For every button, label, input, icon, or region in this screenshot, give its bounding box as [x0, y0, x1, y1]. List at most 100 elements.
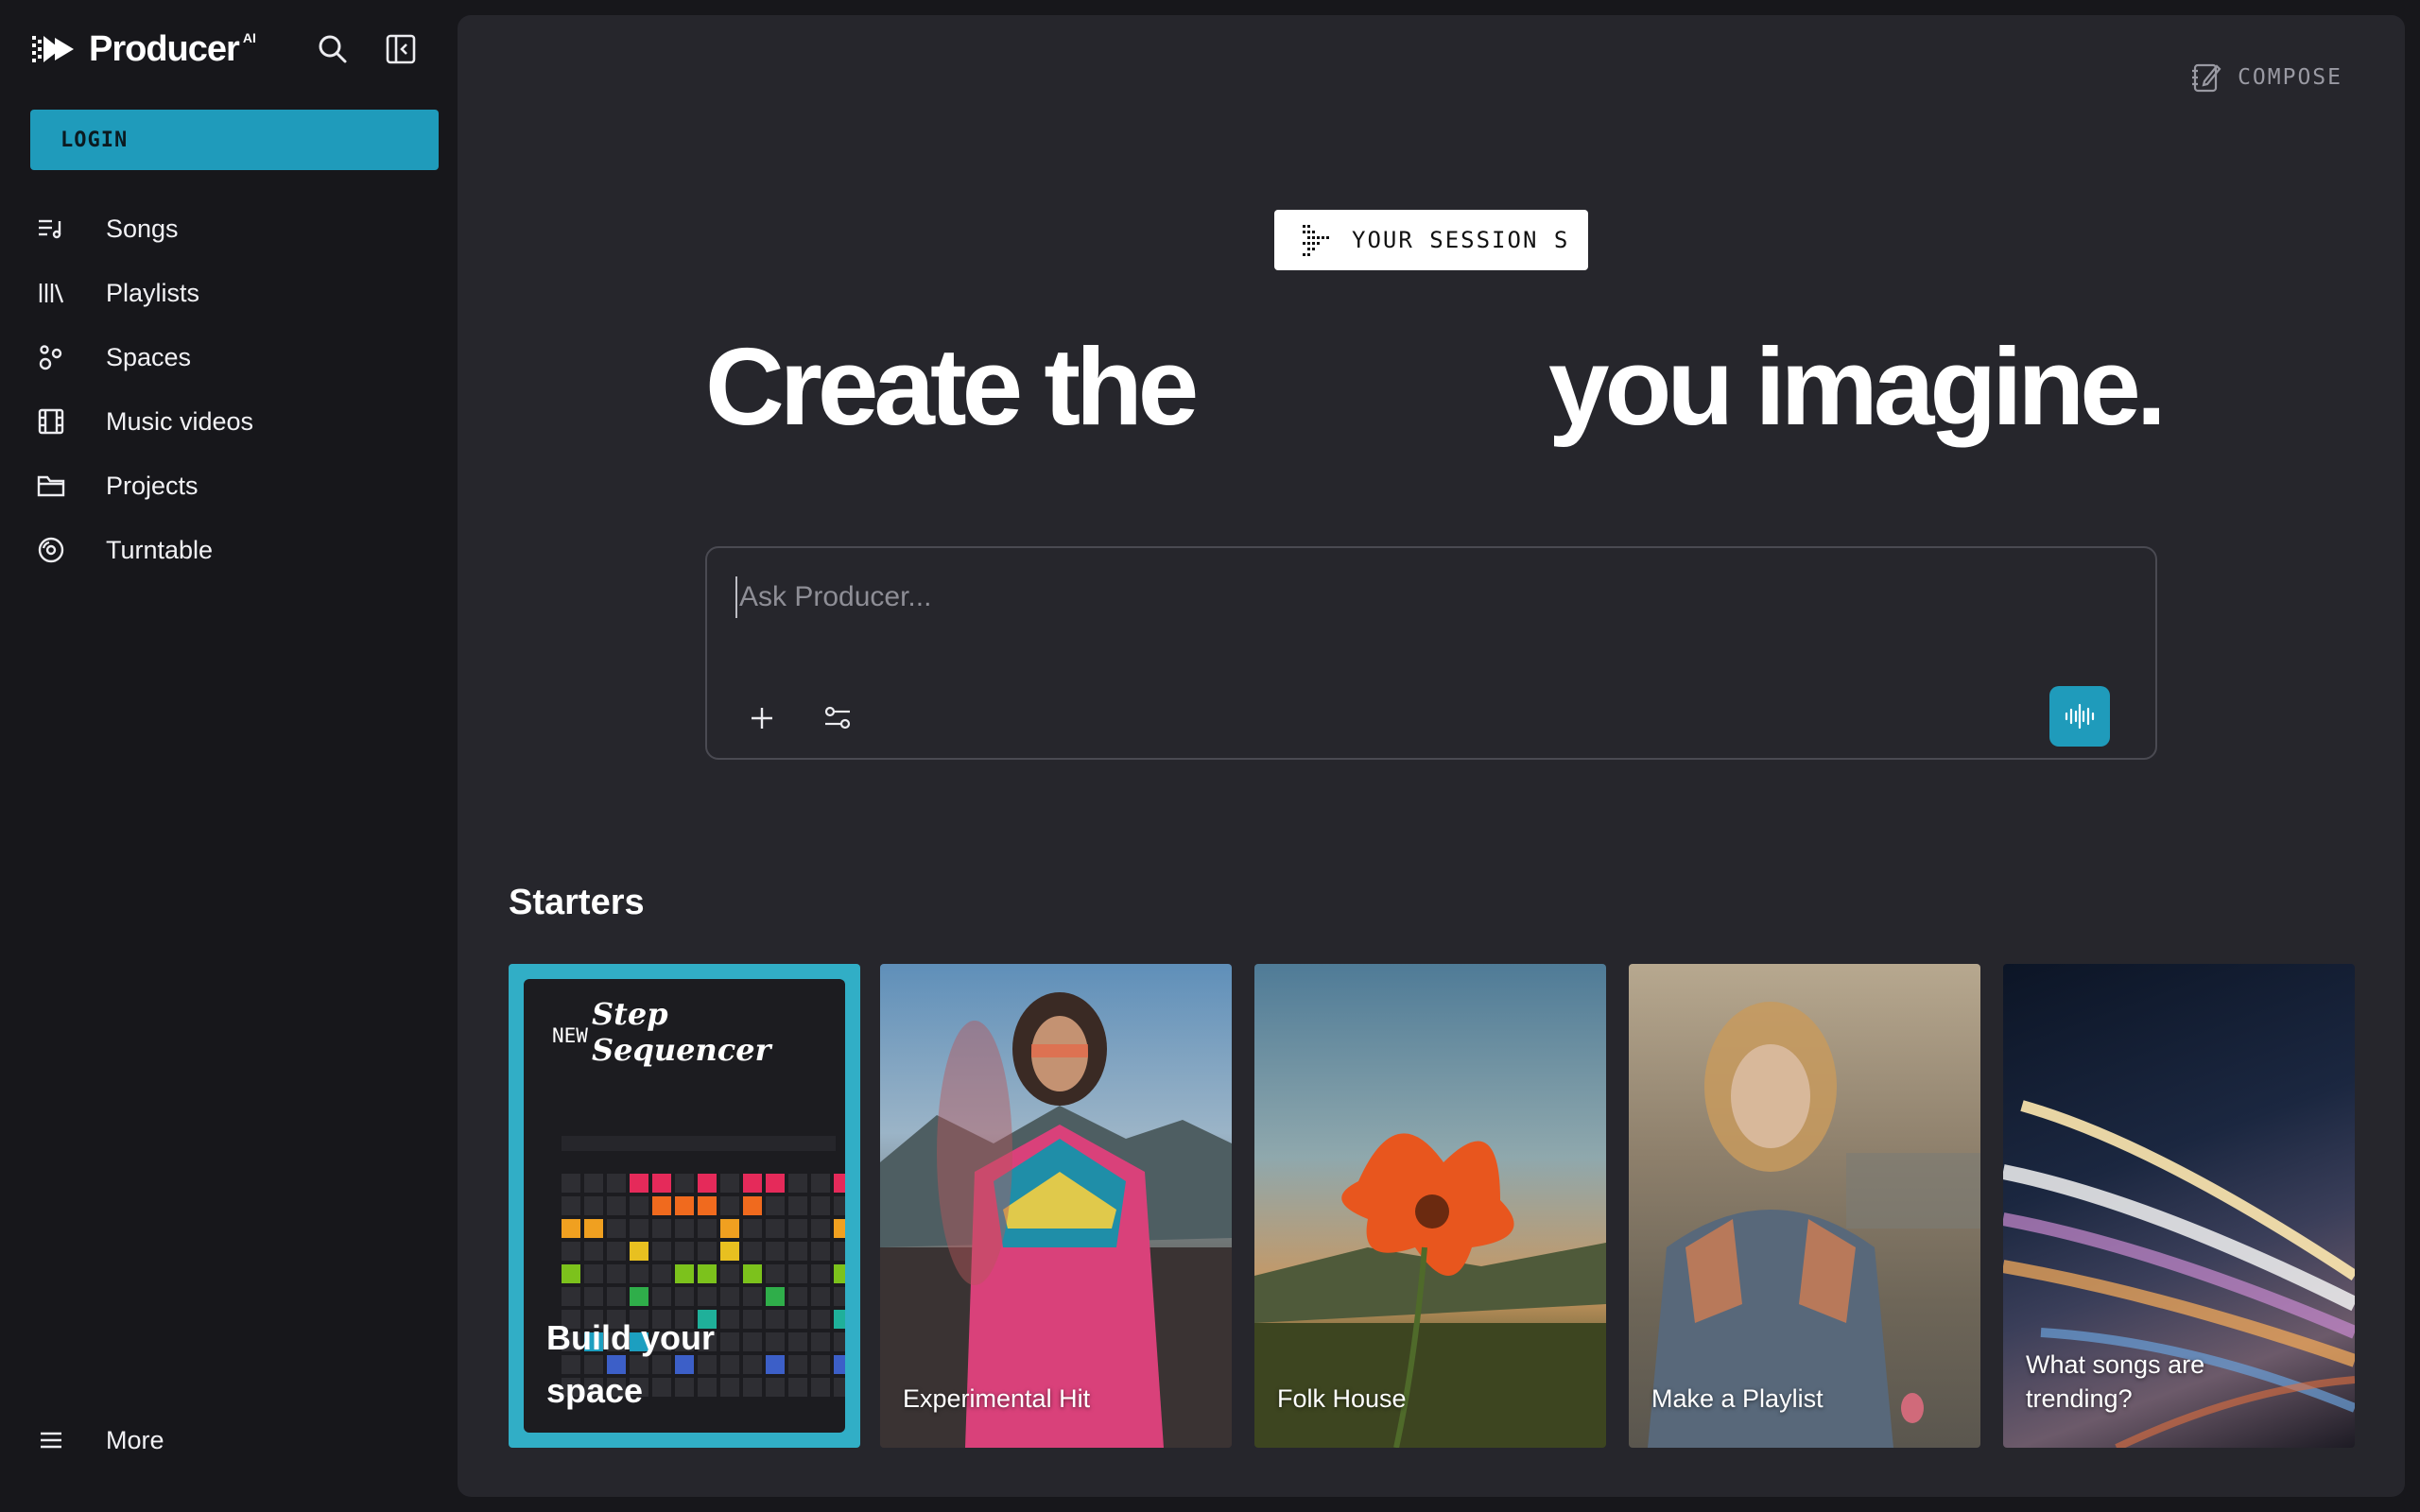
step-sequencer-preview: Step Sequencer NEW Build your space: [524, 979, 845, 1433]
sequencer-cell: [811, 1174, 830, 1193]
sequencer-cell: [698, 1264, 717, 1283]
sequencer-cell: [562, 1264, 580, 1283]
sequencer-cell: [811, 1219, 830, 1238]
sequencer-cell: [698, 1287, 717, 1306]
sequencer-cell: [675, 1219, 694, 1238]
sequencer-cell: [720, 1196, 739, 1215]
sidebar-item-music-videos[interactable]: Music videos: [30, 389, 439, 454]
starter-card-label: What songs are trending?: [2026, 1350, 2205, 1413]
search-icon: [319, 35, 347, 63]
sidebar-item-turntable[interactable]: Turntable: [30, 518, 439, 582]
compose-button[interactable]: COMPOSE: [2190, 60, 2342, 94]
sidebar-item-label: Songs: [106, 214, 179, 243]
sequencer-cell: [584, 1174, 603, 1193]
sequencer-cell: [766, 1219, 785, 1238]
sequencer-cell: [811, 1378, 830, 1397]
sequencer-cell: [675, 1196, 694, 1215]
sequencer-cell: [788, 1287, 807, 1306]
sequencer-cell: [766, 1196, 785, 1215]
songs-icon: [30, 208, 72, 249]
starter-card-label: Build your space: [546, 1318, 715, 1410]
compose-label: COMPOSE: [2238, 65, 2342, 90]
sequencer-cell: [788, 1332, 807, 1351]
sidebar-nav: Songs Playlists Spaces Music videos Proj…: [30, 197, 439, 582]
starter-card-build-your-space[interactable]: Step Sequencer NEW Build your space: [509, 964, 860, 1448]
sidebar-item-spaces[interactable]: Spaces: [30, 325, 439, 389]
sequencer-cell: [766, 1378, 785, 1397]
search-button[interactable]: [312, 28, 354, 70]
sequencer-cell: [720, 1264, 739, 1283]
sequencer-cell: [834, 1242, 845, 1261]
sequencer-cell: [584, 1242, 603, 1261]
main-panel: COMPOSE YOUR SESSION S Create the you im…: [458, 15, 2405, 1497]
sequencer-cell: [562, 1242, 580, 1261]
sequencer-cell: [652, 1264, 671, 1283]
step-sequencer-title: Step Sequencer: [592, 996, 771, 1068]
sequencer-cell: [788, 1242, 807, 1261]
sequencer-cell: [788, 1219, 807, 1238]
sequencer-cell: [562, 1174, 580, 1193]
sequencer-cell: [743, 1196, 762, 1215]
sequencer-cell: [766, 1242, 785, 1261]
sequencer-cell: [607, 1242, 626, 1261]
sequencer-cell: [652, 1196, 671, 1215]
producer-dots-icon: [1303, 225, 1329, 256]
sequencer-cell: [834, 1378, 845, 1397]
sequencer-cell: [630, 1196, 648, 1215]
sequencer-cell: [607, 1264, 626, 1283]
attach-button[interactable]: [737, 694, 786, 743]
prompt-box: [705, 546, 2157, 760]
sequencer-cell: [766, 1310, 785, 1329]
sidebar-item-songs[interactable]: Songs: [30, 197, 439, 261]
sequencer-cell: [834, 1355, 845, 1374]
sequencer-cell: [788, 1264, 807, 1283]
sequencer-cell: [675, 1264, 694, 1283]
sequencer-cell: [766, 1355, 785, 1374]
sequencer-cell: [630, 1264, 648, 1283]
settings-button[interactable]: [813, 694, 862, 743]
voice-input-button[interactable]: [2049, 686, 2110, 747]
session-pill[interactable]: YOUR SESSION S: [1274, 210, 1588, 270]
more-menu-button[interactable]: More: [30, 1412, 164, 1469]
spaces-icon: [30, 336, 72, 378]
starter-card-experimental-hit[interactable]: Experimental Hit: [880, 964, 1232, 1448]
sequencer-cell: [607, 1287, 626, 1306]
sequencer-cell: [630, 1174, 648, 1193]
sequencer-cell: [834, 1310, 845, 1329]
sequencer-cell: [811, 1196, 830, 1215]
library-icon: [30, 272, 72, 314]
sequencer-cell: [834, 1264, 845, 1283]
film-icon: [30, 401, 72, 442]
sidebar-item-projects[interactable]: Projects: [30, 454, 439, 518]
sequencer-cell: [607, 1196, 626, 1215]
sequencer-controls-bar: [562, 1136, 836, 1151]
starter-card-trending-songs[interactable]: What songs are trending?: [2003, 964, 2355, 1448]
sequencer-cell: [720, 1287, 739, 1306]
sequencer-cell: [562, 1287, 580, 1306]
prompt-input[interactable]: [735, 576, 2059, 618]
brand-name: Producer: [89, 28, 240, 69]
sequencer-cell: [698, 1196, 717, 1215]
brand[interactable]: Producer AI: [32, 26, 256, 72]
login-button[interactable]: LOGIN: [30, 110, 439, 170]
sequencer-cell: [811, 1264, 830, 1283]
sequencer-cell: [652, 1174, 671, 1193]
brand-superscript: AI: [242, 30, 256, 45]
new-badge: NEW: [552, 1024, 588, 1047]
starter-card-label: Make a Playlist: [1651, 1384, 1824, 1413]
starter-card-make-a-playlist[interactable]: Make a Playlist: [1629, 964, 1980, 1448]
starters-title: Starters: [509, 883, 645, 922]
starter-card-folk-house[interactable]: Folk House: [1254, 964, 1606, 1448]
sequencer-cell: [584, 1219, 603, 1238]
sequencer-cell: [811, 1287, 830, 1306]
sidebar-item-label: Music videos: [106, 406, 254, 436]
sequencer-cell: [720, 1219, 739, 1238]
sequencer-cell: [834, 1196, 845, 1215]
sidebar-item-playlists[interactable]: Playlists: [30, 261, 439, 325]
sequencer-cell: [743, 1287, 762, 1306]
collapse-sidebar-button[interactable]: [380, 28, 422, 70]
sequencer-cell: [788, 1196, 807, 1215]
sequencer-cell: [630, 1287, 648, 1306]
sequencer-cell: [652, 1219, 671, 1238]
sequencer-cell: [788, 1174, 807, 1193]
